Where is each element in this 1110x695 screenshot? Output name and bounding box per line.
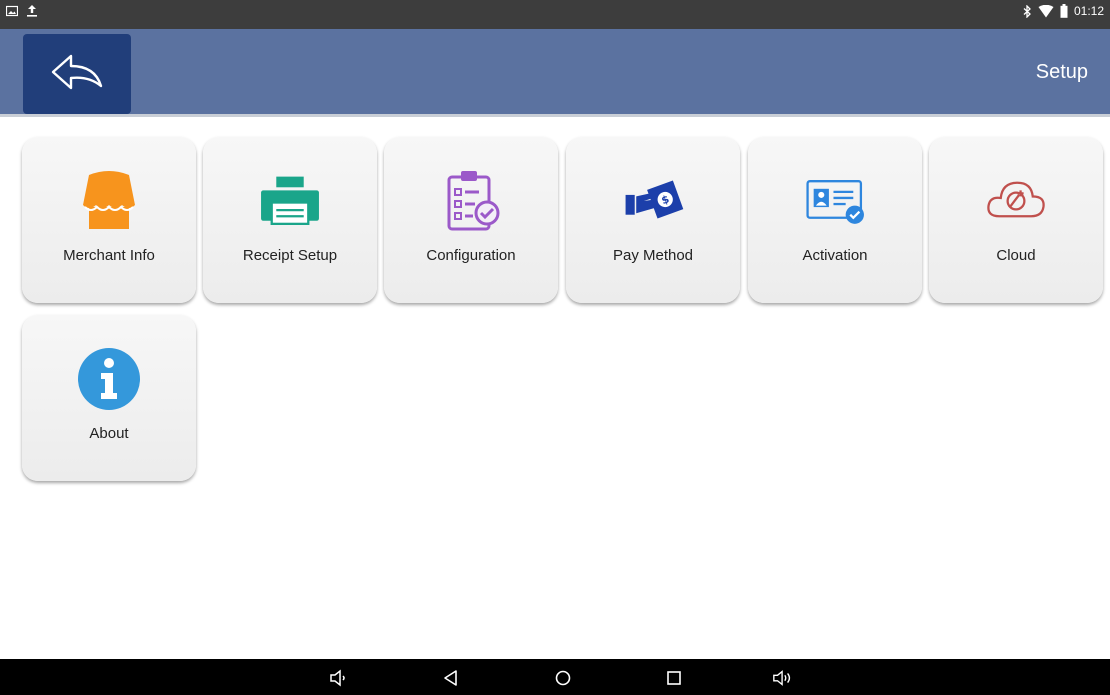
tile-receipt-setup[interactable]: Receipt Setup [203,137,377,303]
volume-down-icon[interactable] [328,667,350,689]
page-title: Setup [1035,61,1088,83]
app-header: Setup [0,29,1110,117]
store-awning-icon [77,169,141,233]
upload-icon [26,4,38,17]
cloud-wrench-icon [984,169,1048,233]
tile-merchant-info[interactable]: Merchant Info [22,137,196,303]
status-bar: 01:12 [0,0,1110,29]
tile-label: Cloud [996,247,1036,264]
printer-icon [258,169,322,233]
back-button[interactable] [23,34,131,114]
recents-square-icon[interactable] [663,667,685,689]
tile-label: Receipt Setup [242,247,338,264]
tile-activation[interactable]: Activation [748,137,922,303]
wifi-icon [1038,4,1054,18]
status-left [6,4,38,17]
status-time: 01:12 [1073,4,1104,18]
info-icon [77,347,141,411]
tile-cloud[interactable]: Cloud [929,137,1103,303]
back-arrow-icon [49,52,105,97]
hand-money-icon: $ [621,169,685,233]
volume-up-icon[interactable] [772,667,794,689]
image-icon [6,5,18,17]
tile-label: Pay Method [612,247,694,264]
clipboard-checklist-icon [439,169,503,233]
back-triangle-icon[interactable] [440,667,462,689]
tile-label: Activation [802,247,868,264]
status-right: 01:12 [1022,4,1104,18]
home-circle-icon[interactable] [552,667,574,689]
nav-bar [0,659,1110,695]
setup-screen: 01:12 Setup Merchant Info Receipt Setup … [0,0,1110,695]
id-card-check-icon [803,169,867,233]
tile-label: Configuration [426,247,516,264]
tile-label: Merchant Info [63,247,155,264]
tile-about[interactable]: About [22,315,196,481]
battery-icon [1060,4,1068,18]
tile-pay-method[interactable]: $ Pay Method [566,137,740,303]
tile-label: About [89,425,129,442]
bluetooth-icon [1022,4,1032,18]
tile-configuration[interactable]: Configuration [384,137,558,303]
